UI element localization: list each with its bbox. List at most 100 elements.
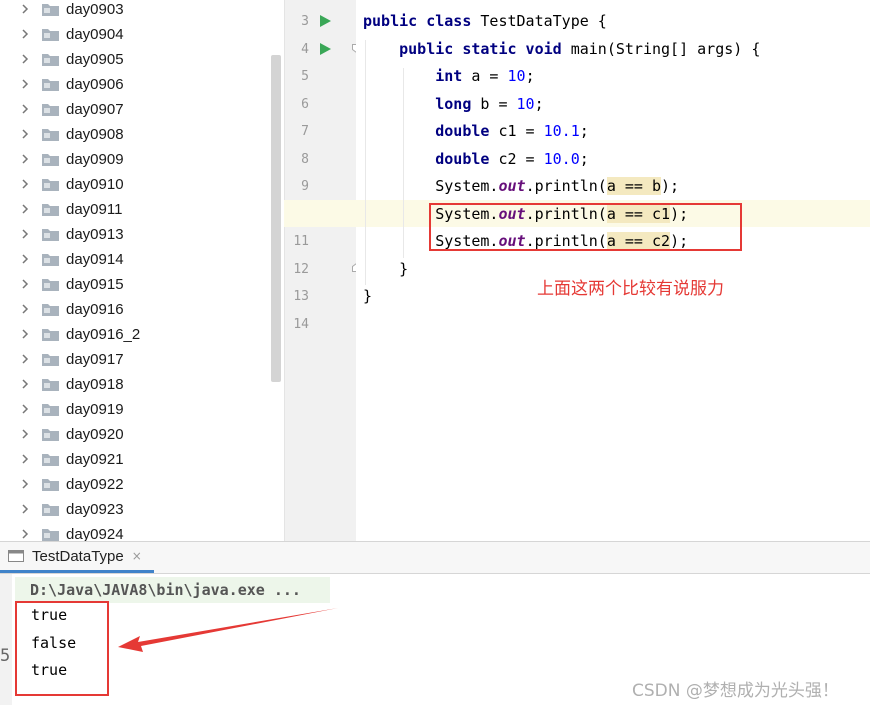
tree-item-day0911[interactable]: day0911 — [0, 197, 270, 222]
chevron-right-icon[interactable] — [19, 528, 31, 540]
folder-icon — [42, 279, 59, 291]
folder-icon — [42, 254, 59, 266]
tree-item-label: day0911 — [66, 201, 123, 218]
chevron-right-icon[interactable] — [19, 478, 31, 490]
folder-icon — [42, 204, 59, 216]
line-number: 8 — [301, 152, 309, 167]
tree-item-day0908[interactable]: day0908 — [0, 122, 270, 147]
folder-icon — [42, 354, 59, 366]
chevron-right-icon[interactable] — [19, 428, 31, 440]
code-line-4: public static void main(String[] args) { — [399, 40, 761, 58]
tree-item-day0916-2[interactable]: day0916_2 — [0, 322, 270, 347]
run-tool-window-header: TestDataType × — [0, 541, 870, 574]
tree-item-label: day0923 — [66, 501, 124, 518]
chevron-right-icon[interactable] — [19, 328, 31, 340]
code-line-13: } — [363, 287, 373, 305]
chevron-right-icon[interactable] — [19, 28, 31, 40]
tree-item-label: day0918 — [66, 376, 124, 393]
folder-icon — [42, 479, 59, 491]
tree-item-day0918[interactable]: day0918 — [0, 372, 270, 397]
line-number: 4 — [301, 42, 309, 57]
tab-testdatatype[interactable]: TestDataType × — [0, 542, 154, 573]
chevron-right-icon[interactable] — [19, 453, 31, 465]
chevron-right-icon[interactable] — [19, 278, 31, 290]
tree-item-label: day0905 — [66, 51, 124, 68]
tree-scrollbar-thumb[interactable] — [271, 55, 281, 382]
chevron-right-icon[interactable] — [19, 53, 31, 65]
folder-icon — [42, 179, 59, 191]
tree-item-day0917[interactable]: day0917 — [0, 347, 270, 372]
chevron-right-icon[interactable] — [19, 178, 31, 190]
tree-item-day0915[interactable]: day0915 — [0, 272, 270, 297]
tree-item-label: day0910 — [66, 176, 124, 193]
folder-icon — [42, 429, 59, 441]
tree-item-day0909[interactable]: day0909 — [0, 147, 270, 172]
folder-icon — [42, 379, 59, 391]
tree-item-label: day0909 — [66, 151, 124, 168]
code-editor[interactable]: public class TestDataType { public stati… — [356, 0, 870, 541]
highlight-box-output — [15, 601, 109, 696]
chevron-right-icon[interactable] — [19, 253, 31, 265]
folder-icon — [42, 454, 59, 466]
tree-item-label: day0903 — [66, 1, 124, 18]
tree-item-label: day0913 — [66, 226, 124, 243]
tree-item-day0906[interactable]: day0906 — [0, 72, 270, 97]
line-number: 12 — [293, 262, 309, 277]
close-icon[interactable]: × — [132, 549, 142, 563]
tree-item-day0907[interactable]: day0907 — [0, 97, 270, 122]
tree-item-label: day0907 — [66, 101, 124, 118]
annotation-arrow — [118, 608, 338, 652]
tree-item-label: day0920 — [66, 426, 124, 443]
tree-item-day0924[interactable]: day0924 — [0, 522, 270, 541]
tree-item-day0914[interactable]: day0914 — [0, 247, 270, 272]
tree-item-day0919[interactable]: day0919 — [0, 397, 270, 422]
chevron-right-icon[interactable] — [19, 128, 31, 140]
tree-item-day0920[interactable]: day0920 — [0, 422, 270, 447]
line-number: 7 — [301, 124, 309, 139]
tree-item-day0904[interactable]: day0904 — [0, 22, 270, 47]
line-number: 5 — [301, 69, 309, 84]
run-icon[interactable] — [320, 15, 331, 27]
chevron-right-icon[interactable] — [19, 103, 31, 115]
folder-icon — [42, 129, 59, 141]
tree-item-day0916[interactable]: day0916 — [0, 297, 270, 322]
chevron-right-icon[interactable] — [19, 303, 31, 315]
tree-item-day0905[interactable]: day0905 — [0, 47, 270, 72]
tree-item-label: day0908 — [66, 126, 124, 143]
folder-icon — [42, 154, 59, 166]
run-icon[interactable] — [320, 43, 331, 55]
chevron-right-icon[interactable] — [19, 403, 31, 415]
folder-icon — [42, 104, 59, 116]
tree-item-label: day0915 — [66, 276, 124, 293]
tree-item-day0910[interactable]: day0910 — [0, 172, 270, 197]
tree-item-label: day0921 — [66, 451, 124, 468]
tree-item-label: day0917 — [66, 351, 124, 368]
folder-icon — [42, 304, 59, 316]
chevron-right-icon[interactable] — [19, 203, 31, 215]
tree-item-day0921[interactable]: day0921 — [0, 447, 270, 472]
chevron-right-icon[interactable] — [19, 78, 31, 90]
code-line-8: double c2 = 10.0; — [435, 150, 589, 168]
tree-item-day0923[interactable]: day0923 — [0, 497, 270, 522]
chevron-right-icon[interactable] — [19, 3, 31, 15]
line-number: 11 — [293, 234, 309, 249]
annotation-text: 上面这两个比较有说服力 — [537, 279, 724, 299]
line-number: 13 — [293, 289, 309, 304]
folder-icon — [42, 329, 59, 341]
tree-item-day0913[interactable]: day0913 — [0, 222, 270, 247]
tree-item-label: day0922 — [66, 476, 124, 493]
chevron-right-icon[interactable] — [19, 153, 31, 165]
folder-icon — [42, 229, 59, 241]
chevron-right-icon[interactable] — [19, 228, 31, 240]
console-side-glyph: 5 — [0, 646, 11, 666]
tree-item-day0922[interactable]: day0922 — [0, 472, 270, 497]
tree-item-label: day0914 — [66, 251, 124, 268]
tree-item-label: day0906 — [66, 76, 124, 93]
code-line-5: int a = 10; — [435, 67, 535, 85]
chevron-right-icon[interactable] — [19, 378, 31, 390]
line-number: 9 — [301, 179, 309, 194]
tree-item-day0903[interactable]: day0903 — [0, 0, 270, 22]
code-line-7: double c1 = 10.1; — [435, 122, 589, 140]
chevron-right-icon[interactable] — [19, 503, 31, 515]
chevron-right-icon[interactable] — [19, 353, 31, 365]
